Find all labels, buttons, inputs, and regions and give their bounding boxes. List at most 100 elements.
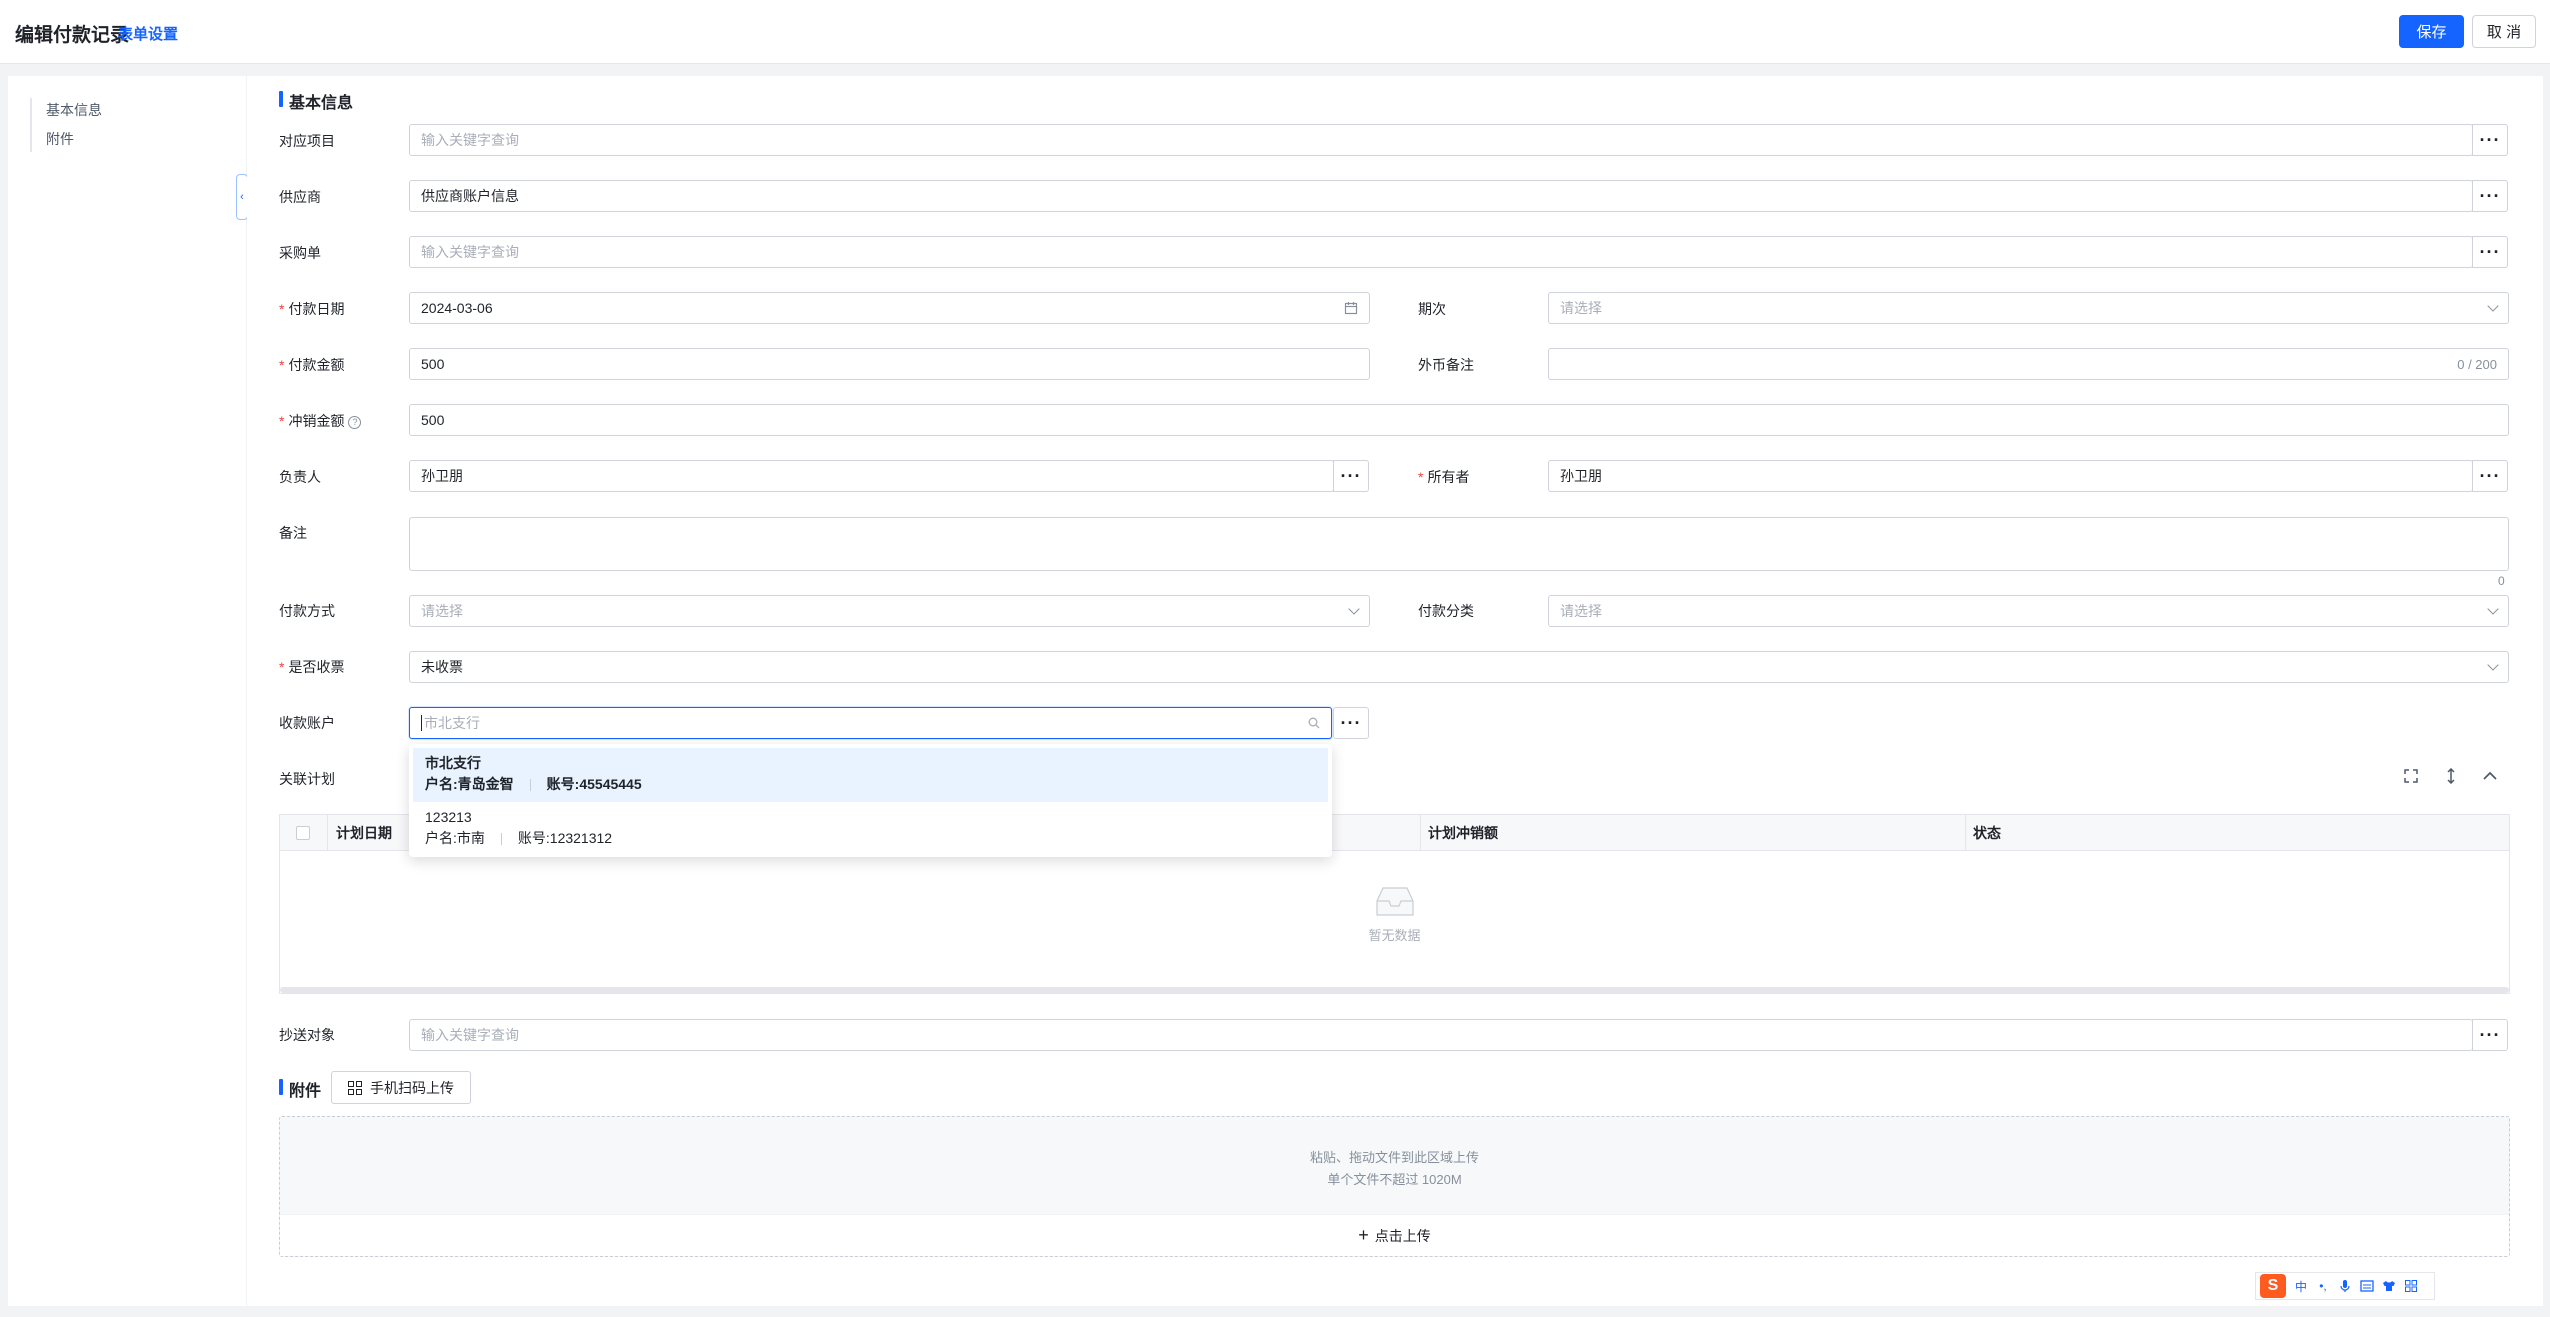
microphone-icon[interactable] xyxy=(2338,1279,2352,1293)
upload-hint-line1: 粘贴、拖动文件到此区域上传 xyxy=(1309,1150,1479,1165)
receiving-account-placeholder: 市北支行 xyxy=(424,715,480,731)
horizontal-scrollbar[interactable] xyxy=(280,987,2509,993)
plus-icon: + xyxy=(1358,1225,1369,1245)
section-title-attachments: 附件 xyxy=(279,1077,321,1101)
supplier-input[interactable]: 供应商账户信息 xyxy=(409,180,2473,212)
pay-method-label: 付款方式 xyxy=(279,603,335,619)
option-details: 户名:青岛金智 账号:45545445 xyxy=(425,774,1316,795)
pay-category-select[interactable]: 请选择 xyxy=(1548,595,2509,627)
cc-more-button[interactable]: ··· xyxy=(2472,1019,2508,1051)
inbox-icon xyxy=(1371,885,1419,917)
receiving-account-label: 收款账户 xyxy=(279,715,335,731)
toolbox-icon[interactable] xyxy=(2404,1279,2418,1293)
receiving-account-more-button[interactable]: ··· xyxy=(1333,707,1369,739)
supplier-more-button[interactable]: ··· xyxy=(2472,180,2508,212)
column-status: 状态 xyxy=(1973,825,2001,841)
keyboard-icon[interactable] xyxy=(2360,1279,2374,1293)
pay-method-select[interactable]: 请选择 xyxy=(409,595,1370,627)
fx-note-label: 外币备注 xyxy=(1418,357,1474,373)
sogou-logo-icon[interactable]: S xyxy=(2260,1274,2286,1298)
pay-date-input[interactable]: 2024-03-06 xyxy=(409,292,1370,324)
pay-amount-label: * 付款金额 xyxy=(279,357,345,373)
empty-state: 暂无数据 xyxy=(280,885,2509,944)
option-holder: 户名:市南 xyxy=(425,830,485,846)
supplier-label: 供应商 xyxy=(279,189,321,205)
purchase-order-more-button[interactable]: ··· xyxy=(2472,236,2508,268)
purchase-order-label: 采购单 xyxy=(279,245,321,261)
chevron-up-icon[interactable] xyxy=(2480,766,2500,786)
owner-more-button[interactable]: ··· xyxy=(2472,460,2508,492)
pay-date-label: * 付款日期 xyxy=(279,301,345,317)
period-placeholder: 请选择 xyxy=(1560,300,1602,316)
cancel-button[interactable]: 取 消 xyxy=(2472,15,2536,48)
owner-person-more-button[interactable]: ··· xyxy=(1333,460,1369,492)
ime-punct-icon[interactable]: •, xyxy=(2316,1279,2330,1293)
remark-textarea[interactable] xyxy=(409,517,2509,571)
dropdown-option[interactable]: 市北支行 户名:青岛金智 账号:45545445 xyxy=(413,748,1328,802)
help-icon[interactable]: ? xyxy=(348,415,362,429)
period-select[interactable]: 请选择 xyxy=(1548,292,2509,324)
project-input[interactable]: 输入关键字查询 xyxy=(409,124,2473,156)
nav-item-basic-info[interactable]: 基本信息 xyxy=(46,100,102,120)
pay-method-placeholder: 请选择 xyxy=(421,603,463,619)
qr-code-icon xyxy=(348,1080,362,1095)
select-all-checkbox[interactable] xyxy=(296,826,310,840)
owner-label: * 所有者 xyxy=(1418,469,1470,485)
period-label: 期次 xyxy=(1418,301,1446,317)
owner-input[interactable]: 孙卫朋 xyxy=(1548,460,2473,492)
qr-upload-button[interactable]: 手机扫码上传 xyxy=(331,1071,471,1104)
purchase-order-input[interactable]: 输入关键字查询 xyxy=(409,236,2473,268)
top-bar: 编辑付款记录 表单设置 保存 取 消 xyxy=(0,0,2550,64)
form-settings-link[interactable]: 表单设置 xyxy=(118,23,178,44)
project-more-button[interactable]: ··· xyxy=(2472,124,2508,156)
fx-note-counter: 0 / 200 xyxy=(2457,356,2497,372)
option-name: 市北支行 xyxy=(425,755,481,771)
chevron-down-icon xyxy=(2487,293,2499,323)
click-upload-button[interactable]: + 点击上传 xyxy=(280,1214,2509,1256)
invoice-received-select[interactable]: 未收票 xyxy=(409,651,2509,683)
offset-amount-label: * 冲销金额? xyxy=(279,411,362,431)
page-title: 编辑付款记录 xyxy=(15,25,130,46)
option-name: 123213 xyxy=(425,809,472,825)
upload-dropzone[interactable]: 粘贴、拖动文件到此区域上传 单个文件不超过 1020M + 点击上传 xyxy=(279,1116,2510,1257)
owner-person-input[interactable]: 孙卫朋 xyxy=(409,460,1334,492)
dropdown-option[interactable]: 123213 户名:市南 账号:12321312 xyxy=(413,802,1328,856)
cc-label: 抄送对象 xyxy=(279,1027,335,1043)
owner-person-label: 负责人 xyxy=(279,469,321,485)
remark-label: 备注 xyxy=(279,525,307,541)
offset-amount-input[interactable]: 500 xyxy=(409,404,2509,436)
nav-line xyxy=(30,98,32,152)
pay-amount-input[interactable]: 500 xyxy=(409,348,1370,380)
fullscreen-icon[interactable] xyxy=(2401,766,2421,786)
pay-category-placeholder: 请选择 xyxy=(1560,603,1602,619)
nav-item-attachments[interactable]: 附件 xyxy=(46,129,74,149)
chevron-down-icon xyxy=(2487,652,2499,682)
calendar-icon xyxy=(1344,293,1358,323)
remark-counter: 0 xyxy=(2498,574,2505,588)
search-icon xyxy=(1308,708,1320,738)
project-label: 对应项目 xyxy=(279,133,335,149)
section-title-basic: 基本信息 xyxy=(279,89,353,113)
invoice-received-value: 未收票 xyxy=(421,659,463,675)
ime-mode[interactable]: 中 xyxy=(2294,1279,2308,1294)
upload-hint: 粘贴、拖动文件到此区域上传 单个文件不超过 1020M xyxy=(280,1147,2509,1191)
empty-text: 暂无数据 xyxy=(1368,928,1421,943)
fx-note-input[interactable]: 0 / 200 xyxy=(1548,348,2509,380)
column-plan-date: 计划日期 xyxy=(336,825,392,841)
save-button[interactable]: 保存 xyxy=(2399,15,2464,48)
skin-icon[interactable] xyxy=(2382,1279,2396,1293)
option-account: 账号:45545445 xyxy=(546,776,642,792)
account-dropdown: 市北支行 户名:青岛金智 账号:45545445 123213 户名:市南 账号:1… xyxy=(409,744,1332,857)
receiving-account-input[interactable]: 市北支行 xyxy=(409,707,1332,739)
qr-upload-label: 手机扫码上传 xyxy=(370,1079,454,1096)
text-cursor xyxy=(421,715,422,731)
option-holder: 户名:青岛金智 xyxy=(425,776,514,792)
cc-input[interactable]: 输入关键字查询 xyxy=(409,1019,2473,1051)
option-details: 户名:市南 账号:12321312 xyxy=(425,828,1316,849)
row-height-icon[interactable] xyxy=(2441,766,2461,786)
chevron-down-icon xyxy=(2487,596,2499,626)
anchor-nav: 基本信息 附件 xyxy=(8,76,246,1306)
invoice-received-label: * 是否收票 xyxy=(279,659,345,675)
chevron-left-icon: ‹ xyxy=(240,191,244,203)
upload-hint-line2: 单个文件不超过 1020M xyxy=(1327,1172,1462,1187)
